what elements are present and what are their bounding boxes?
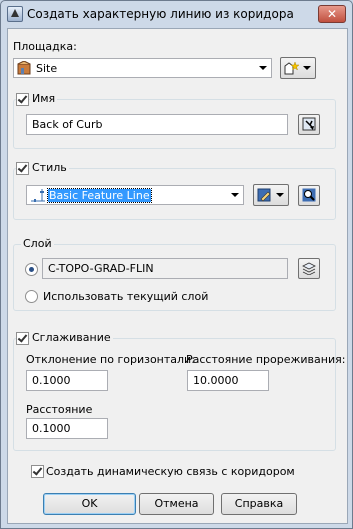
dialog-window: Создать характерную линию из коридора ✕ …: [0, 0, 353, 529]
close-button[interactable]: ✕: [318, 5, 346, 23]
style-edit-button[interactable]: [253, 184, 289, 206]
horizontal-deviation-field[interactable]: 0.1000: [26, 370, 108, 391]
name-template-icon: [302, 117, 316, 134]
name-group-label: Имя: [30, 92, 58, 105]
use-current-layer-label: Использовать текущий слой: [43, 290, 209, 303]
site-icon: [17, 60, 31, 75]
cancel-button[interactable]: Отмена: [139, 493, 214, 515]
magnifier-icon: [302, 188, 316, 205]
window-title: Создать характерную линию из коридора: [27, 7, 294, 21]
feature-line-style-icon: [30, 187, 46, 206]
dynamic-link-checkbox[interactable]: [31, 465, 44, 478]
title-bar[interactable]: Создать характерную линию из коридора ✕: [1, 1, 352, 27]
site-value: Site: [36, 62, 58, 75]
layer-radio-named[interactable]: [25, 263, 38, 276]
distance-field[interactable]: 0.1000: [26, 418, 108, 439]
smoothing-group-label: Сглаживание: [30, 331, 113, 344]
ok-button[interactable]: OK: [43, 493, 136, 515]
edit-style-icon: [257, 188, 273, 205]
name-template-button[interactable]: [298, 114, 320, 135]
name-checkbox[interactable]: [16, 93, 29, 106]
dialog-client: Площадка: Site Имя Back of Curb Стиль Ba…: [7, 28, 348, 524]
autocad-app-icon: [7, 6, 23, 22]
style-combo[interactable]: Basic Feature Line: [26, 185, 244, 205]
site-combo[interactable]: Site: [13, 58, 272, 78]
chevron-down-icon: [231, 193, 239, 197]
horizontal-deviation-label: Отклонение по горизонтали:: [26, 353, 195, 366]
new-site-icon: [284, 61, 300, 78]
dynamic-link-label: Создать динамическую связь с коридором: [46, 465, 295, 478]
layer-group-label: Слой: [21, 237, 54, 250]
style-group-label: Стиль: [30, 161, 69, 174]
site-label: Площадка:: [13, 40, 77, 53]
chevron-down-icon: [303, 66, 311, 70]
smoothing-checkbox[interactable]: [16, 332, 29, 345]
chevron-down-icon: [276, 193, 284, 197]
layer-field[interactable]: C-TOPO-GRAD-FLIN: [42, 258, 288, 279]
style-preview-button[interactable]: [298, 185, 320, 206]
layers-icon: [302, 261, 316, 278]
layer-select-button[interactable]: [298, 258, 320, 279]
chevron-down-icon: [259, 66, 267, 70]
distance-label: Расстояние: [26, 403, 93, 416]
style-value: Basic Feature Line: [47, 188, 152, 203]
help-button[interactable]: Справка: [221, 493, 297, 515]
name-field[interactable]: Back of Curb: [26, 114, 288, 135]
weeding-distance-label: Расстояние прореживания:: [186, 353, 346, 366]
layer-radio-current[interactable]: [25, 290, 38, 303]
create-site-button[interactable]: [280, 57, 316, 79]
style-checkbox[interactable]: [16, 162, 29, 175]
weeding-distance-field[interactable]: 10.0000: [187, 370, 269, 391]
